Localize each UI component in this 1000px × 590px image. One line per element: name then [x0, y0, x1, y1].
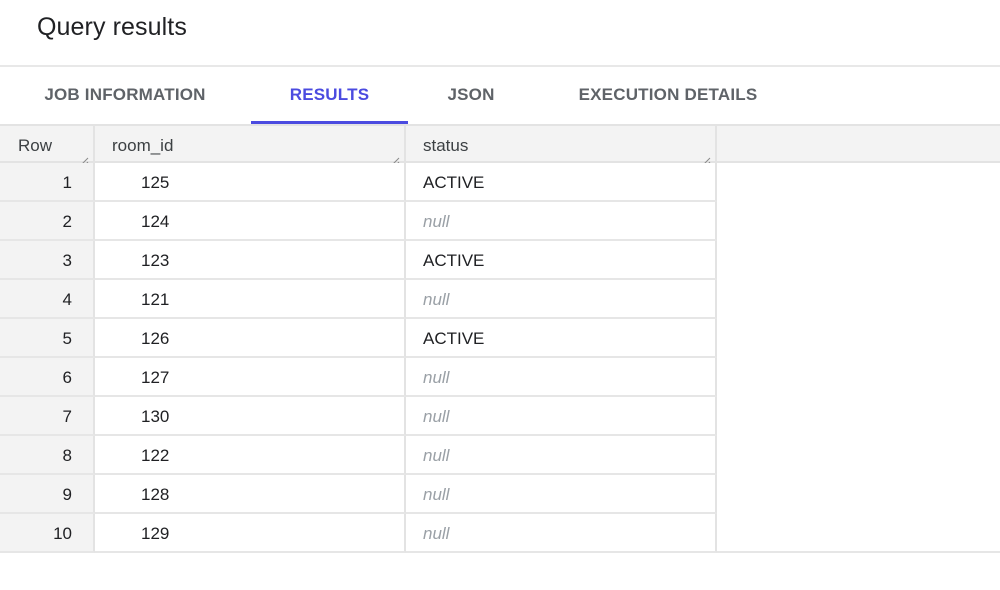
table-row[interactable]: 6 127 null: [0, 358, 1000, 397]
room-id-cell[interactable]: 129: [95, 514, 406, 553]
filler-cell: [717, 475, 1000, 514]
filler-cell: [717, 202, 1000, 241]
row-number-cell: 6: [0, 358, 95, 397]
column-header-row: Row: [0, 126, 95, 166]
room-id-cell[interactable]: 122: [95, 436, 406, 475]
status-cell[interactable]: null: [406, 514, 717, 553]
status-cell[interactable]: null: [406, 202, 717, 241]
table-row[interactable]: 1 125 ACTIVE: [0, 163, 1000, 202]
room-id-cell[interactable]: 130: [95, 397, 406, 436]
status-cell[interactable]: null: [406, 280, 717, 319]
column-resize-handle-icon[interactable]: [701, 151, 711, 166]
table-row[interactable]: 8 122 null: [0, 436, 1000, 475]
row-number-cell: 9: [0, 475, 95, 514]
row-number-cell: 1: [0, 163, 95, 202]
status-cell[interactable]: null: [406, 475, 717, 514]
table-row[interactable]: 5 126 ACTIVE: [0, 319, 1000, 358]
status-cell[interactable]: ACTIVE: [406, 163, 717, 202]
row-number-cell: 7: [0, 397, 95, 436]
results-table: Row room_id status 1 125 ACTIVE 2 124 null 3 12…: [0, 124, 1000, 553]
filler-cell: [717, 319, 1000, 358]
table-row[interactable]: 7 130 null: [0, 397, 1000, 436]
table-header: Row room_id status: [0, 124, 1000, 166]
column-header-label: room_id: [112, 136, 174, 155]
filler-cell: [717, 163, 1000, 202]
column-header-status: status: [406, 126, 717, 166]
row-number-cell: 8: [0, 436, 95, 475]
table-row[interactable]: 10 129 null: [0, 514, 1000, 553]
filler-cell: [717, 397, 1000, 436]
room-id-cell[interactable]: 126: [95, 319, 406, 358]
filler-cell: [717, 514, 1000, 553]
status-cell[interactable]: ACTIVE: [406, 241, 717, 280]
room-id-cell[interactable]: 123: [95, 241, 406, 280]
status-cell[interactable]: null: [406, 436, 717, 475]
table-row[interactable]: 4 121 null: [0, 280, 1000, 319]
row-number-cell: 3: [0, 241, 95, 280]
filler-cell: [717, 358, 1000, 397]
row-number-cell: 5: [0, 319, 95, 358]
column-resize-handle-icon[interactable]: [390, 151, 400, 166]
status-cell[interactable]: null: [406, 358, 717, 397]
tab-job-information[interactable]: JOB INFORMATION: [15, 67, 235, 124]
room-id-cell[interactable]: 125: [95, 163, 406, 202]
tab-json[interactable]: JSON: [420, 67, 522, 124]
filler-cell: [717, 280, 1000, 319]
results-tabs: JOB INFORMATION RESULTS JSON EXECUTION D…: [0, 67, 1000, 124]
room-id-cell[interactable]: 124: [95, 202, 406, 241]
column-header-label: Row: [18, 136, 53, 155]
room-id-cell[interactable]: 128: [95, 475, 406, 514]
room-id-cell[interactable]: 127: [95, 358, 406, 397]
row-number-cell: 4: [0, 280, 95, 319]
table-row[interactable]: 9 128 null: [0, 475, 1000, 514]
room-id-cell[interactable]: 121: [95, 280, 406, 319]
tab-execution-details[interactable]: EXECUTION DETAILS: [552, 67, 784, 124]
row-number-cell: 10: [0, 514, 95, 553]
row-number-cell: 2: [0, 202, 95, 241]
column-header-label: status: [423, 136, 469, 155]
page-title: Query results: [37, 13, 187, 41]
filler-cell: [717, 241, 1000, 280]
status-cell[interactable]: null: [406, 397, 717, 436]
column-header-filler: [717, 126, 1000, 163]
column-resize-handle-icon[interactable]: [79, 151, 89, 166]
table-row[interactable]: 3 123 ACTIVE: [0, 241, 1000, 280]
table-row[interactable]: 2 124 null: [0, 202, 1000, 241]
status-cell[interactable]: ACTIVE: [406, 319, 717, 358]
title-bar: Query results: [0, 0, 1000, 67]
tab-results[interactable]: RESULTS: [251, 67, 408, 124]
table-body: 1 125 ACTIVE 2 124 null 3 123 ACTIVE 4 121 null 5 126…: [0, 163, 1000, 553]
filler-cell: [717, 436, 1000, 475]
column-header-room-id: room_id: [95, 126, 406, 166]
